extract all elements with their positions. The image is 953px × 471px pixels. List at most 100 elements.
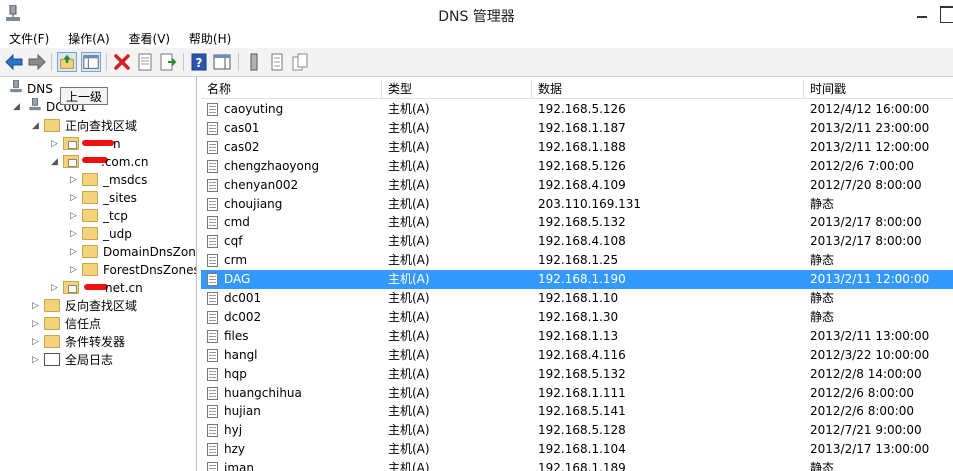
cell-name: crm xyxy=(224,253,248,268)
table-row[interactable]: cqf 主机(A) 192.168.4.108 2013/2/17 8:00:00 xyxy=(201,232,953,251)
table-row[interactable]: hangl 主机(A) 192.168.4.116 2012/3/22 10:00:0… xyxy=(201,346,953,365)
cell-name: dc002 xyxy=(224,309,262,324)
tree-node-domaindnszones[interactable]: ▷ DomainDnsZones xyxy=(0,243,196,261)
copy-records-icon[interactable] xyxy=(290,52,310,72)
expand-arrow-icon[interactable]: ▷ xyxy=(51,135,61,153)
forward-arrow-icon[interactable] xyxy=(27,52,47,72)
cell-name: hujian xyxy=(224,404,261,419)
column-header-data[interactable]: 数据 xyxy=(532,80,804,98)
table-row[interactable]: chengzhaoyong 主机(A) 192.168.5.126 2012/2/6 … xyxy=(201,157,953,176)
table-row[interactable]: choujiang 主机(A) 203.110.169.131 静态 xyxy=(201,195,953,214)
expand-arrow-icon[interactable]: ▷ xyxy=(32,297,42,315)
cell-data: 192.168.5.126 xyxy=(538,102,626,116)
cell-type: 主机(A) xyxy=(388,253,430,268)
record-list-icon[interactable] xyxy=(267,52,287,72)
tree-node-sites[interactable]: ▷ _sites xyxy=(0,189,196,207)
folder-icon xyxy=(82,263,98,276)
tree-node-msdcs[interactable]: ▷ _msdcs xyxy=(0,171,196,189)
host-record-icon xyxy=(207,462,218,471)
table-row[interactable]: dc001 主机(A) 192.168.1.10 静态 xyxy=(201,289,953,308)
expand-arrow-icon[interactable]: ▷ xyxy=(70,207,80,225)
collapse-arrow-icon[interactable]: ◢ xyxy=(32,117,42,135)
expand-arrow-icon[interactable]: ▷ xyxy=(32,315,42,333)
export-list-icon[interactable] xyxy=(158,52,178,72)
table-row[interactable]: files 主机(A) 192.168.1.13 2013/2/11 13:00:00 xyxy=(201,327,953,346)
menu-help[interactable]: 帮助(H) xyxy=(180,28,237,47)
show-hide-console-tree-icon[interactable] xyxy=(81,52,101,72)
tree-node-forestdnszones[interactable]: ▷ ForestDnsZones xyxy=(0,261,196,279)
table-row[interactable]: jman 主机(A) 192.168.1.189 静态 xyxy=(201,459,953,471)
properties-icon[interactable] xyxy=(135,52,155,72)
expand-arrow-icon[interactable]: ▷ xyxy=(70,225,80,243)
minimize-button[interactable] xyxy=(912,4,932,24)
tree-node-forward-zones[interactable]: ◢ 正向查找区域 xyxy=(0,117,196,135)
tree-label-domaindnszones: DomainDnsZones xyxy=(103,245,196,259)
menu-view[interactable]: 查看(V) xyxy=(120,28,177,47)
table-row[interactable]: huangchihua 主机(A) 192.168.1.111 2012/2/6 8:… xyxy=(201,384,953,403)
show-action-pane-icon[interactable] xyxy=(212,52,232,72)
cell-type: 主机(A) xyxy=(388,328,430,343)
cell-name: hyj xyxy=(224,423,243,438)
tree-label-zone-1: n xyxy=(113,137,121,151)
cell-timestamp: 2013/2/11 12:00:00 xyxy=(810,272,930,287)
cell-timestamp: 静态 xyxy=(810,309,835,324)
svg-text:?: ? xyxy=(196,56,203,70)
table-row[interactable]: chenyan002 主机(A) 192.168.4.109 2012/7/20 8:… xyxy=(201,176,953,195)
tree-node-udp[interactable]: ▷ _udp xyxy=(0,225,196,243)
cell-name: cqf xyxy=(224,234,243,249)
menu-action[interactable]: 操作(A) xyxy=(59,28,116,47)
tree-node-trust-points[interactable]: ▷ 信任点 xyxy=(0,315,196,333)
host-record-icon xyxy=(207,424,218,438)
column-header-type[interactable]: 类型 xyxy=(382,80,532,98)
back-arrow-icon[interactable] xyxy=(4,52,24,72)
menu-file[interactable]: 文件(F) xyxy=(0,28,55,47)
table-row[interactable]: cmd 主机(A) 192.168.5.132 2013/2/17 8:00:00 xyxy=(201,213,953,232)
tree-node-conditional-forwarders[interactable]: ▷ 条件转发器 xyxy=(0,333,196,351)
column-header-timestamp[interactable]: 时间戳 xyxy=(804,80,953,98)
table-row[interactable]: dc002 主机(A) 192.168.1.30 静态 xyxy=(201,308,953,327)
collapse-arrow-icon[interactable]: ◢ xyxy=(51,153,61,171)
table-row[interactable]: hujian 主机(A) 192.168.5.141 2012/2/6 8:00:00 xyxy=(201,402,953,421)
tree-node-zone-1[interactable]: ▷ n xyxy=(0,135,196,153)
cell-timestamp: 2012/7/21 9:00:00 xyxy=(810,423,922,438)
host-record-icon xyxy=(207,254,218,268)
column-header-name[interactable]: 名称 xyxy=(201,80,382,98)
collapse-arrow-icon[interactable]: ◢ xyxy=(13,98,23,116)
table-row[interactable]: caoyuting 主机(A) 192.168.5.126 2012/4/12 16:… xyxy=(201,100,953,119)
cell-type: 主机(A) xyxy=(388,196,430,211)
help-icon[interactable]: ? xyxy=(189,52,209,72)
host-record-icon xyxy=(207,348,218,362)
cell-type: 主机(A) xyxy=(388,234,430,249)
tree-label-msdcs: _msdcs xyxy=(103,173,148,187)
tree-node-zone-3[interactable]: ▷ net.cn xyxy=(0,279,196,297)
host-record-icon xyxy=(207,405,218,419)
table-row[interactable]: cas02 主机(A) 192.168.1.188 2013/2/11 12:00:0… xyxy=(201,138,953,157)
table-row[interactable]: crm 主机(A) 192.168.1.25 静态 xyxy=(201,251,953,270)
tree-node-tcp[interactable]: ▷ _tcp xyxy=(0,207,196,225)
table-row[interactable]: DAG 主机(A) 192.168.1.190 2013/2/11 12:00:00 xyxy=(201,270,953,290)
server-icon[interactable] xyxy=(244,52,264,72)
menu-bar: 文件(F) 操作(A) 查看(V) 帮助(H) xyxy=(0,28,953,48)
expand-arrow-icon[interactable]: ▷ xyxy=(51,279,61,297)
folder-icon xyxy=(44,335,60,348)
table-row[interactable]: hyj 主机(A) 192.168.5.128 2012/7/21 9:00:00 xyxy=(201,421,953,440)
expand-arrow-icon[interactable]: ▷ xyxy=(70,171,80,189)
table-row[interactable]: hqp 主机(A) 192.168.5.132 2012/2/8 14:00:00 xyxy=(201,365,953,384)
expand-arrow-icon[interactable]: ▷ xyxy=(70,243,80,261)
table-row[interactable]: hzy 主机(A) 192.168.1.104 2013/2/17 13:00:00 xyxy=(201,440,953,459)
tree-node-global-logs[interactable]: ▷ 全局日志 xyxy=(0,351,196,369)
tree-label-tcp: _tcp xyxy=(103,209,128,223)
expand-arrow-icon[interactable]: ▷ xyxy=(70,189,80,207)
expand-arrow-icon[interactable]: ▷ xyxy=(70,261,80,279)
tree-node-zone-2[interactable]: ◢ .com.cn xyxy=(0,153,196,171)
expand-arrow-icon[interactable]: ▷ xyxy=(32,351,42,369)
table-row[interactable]: cas01 主机(A) 192.168.1.187 2013/2/11 23:00:0… xyxy=(201,119,953,138)
tree-node-reverse-zones[interactable]: ▷ 反向查找区域 xyxy=(0,297,196,315)
up-one-level-icon[interactable] xyxy=(57,52,77,72)
delete-icon[interactable] xyxy=(112,52,132,72)
cell-name: files xyxy=(224,328,249,343)
toolbar-separator xyxy=(238,53,239,71)
expand-arrow-icon[interactable]: ▷ xyxy=(32,333,42,351)
maximize-button[interactable] xyxy=(940,6,953,23)
cell-timestamp: 2012/7/20 8:00:00 xyxy=(810,177,922,192)
